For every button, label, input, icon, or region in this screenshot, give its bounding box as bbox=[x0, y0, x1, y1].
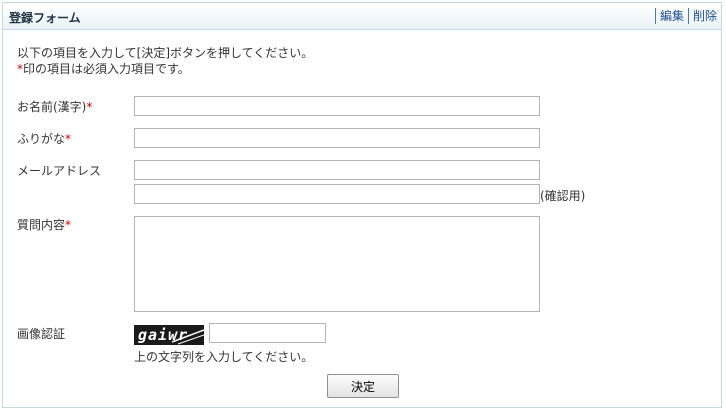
form-title: 登録フォーム bbox=[9, 11, 81, 25]
name-kanji-input[interactable] bbox=[134, 96, 540, 116]
furigana-input[interactable] bbox=[134, 128, 540, 148]
captcha-input[interactable] bbox=[209, 323, 326, 343]
form-instructions: 以下の項目を入力して[決定]ボタンを押してください。 *印の項目は必須入力項目で… bbox=[17, 45, 313, 77]
instruction-line-2-text: 印の項目は必須入力項目です。 bbox=[23, 62, 190, 76]
captcha-hint: 上の文字列を入力してください。 bbox=[134, 350, 314, 364]
email-label: メールアドレス bbox=[17, 164, 102, 178]
email-input[interactable] bbox=[134, 160, 540, 180]
edit-link[interactable]: 編集 bbox=[660, 7, 684, 24]
captcha-image: gaiwr bbox=[134, 325, 204, 345]
submit-button[interactable]: 決定 bbox=[327, 374, 399, 398]
instruction-line-1: 以下の項目を入力して[決定]ボタンを押してください。 bbox=[17, 46, 314, 60]
panel-header: 登録フォーム 編集 削除 bbox=[3, 3, 721, 30]
email-confirm-label: (確認用) bbox=[540, 189, 586, 203]
name-kanji-label: お名前(漢字)* bbox=[17, 98, 92, 115]
registration-form-panel: 登録フォーム 編集 削除 以下の項目を入力して[決定]ボタンを押してください。 … bbox=[2, 2, 722, 408]
required-mark: * bbox=[65, 218, 72, 232]
required-mark: * bbox=[86, 100, 93, 114]
email-confirm-input[interactable] bbox=[134, 184, 540, 204]
action-separator bbox=[654, 7, 656, 24]
furigana-label: ふりがな* bbox=[17, 130, 71, 147]
question-textarea[interactable] bbox=[134, 216, 540, 312]
header-actions: 編集 削除 bbox=[651, 7, 717, 24]
captcha-label: 画像認証 bbox=[17, 327, 66, 341]
name-kanji-label-text: お名前(漢字) bbox=[17, 100, 87, 114]
captcha-noise-icon bbox=[171, 329, 204, 345]
question-label-text: 質問内容 bbox=[17, 218, 66, 232]
action-separator bbox=[687, 7, 689, 24]
delete-link[interactable]: 削除 bbox=[693, 7, 717, 24]
question-label: 質問内容* bbox=[17, 216, 71, 233]
instruction-line-2: *印の項目は必須入力項目です。 bbox=[17, 61, 313, 77]
required-mark: * bbox=[65, 132, 72, 146]
furigana-label-text: ふりがな bbox=[17, 132, 66, 146]
